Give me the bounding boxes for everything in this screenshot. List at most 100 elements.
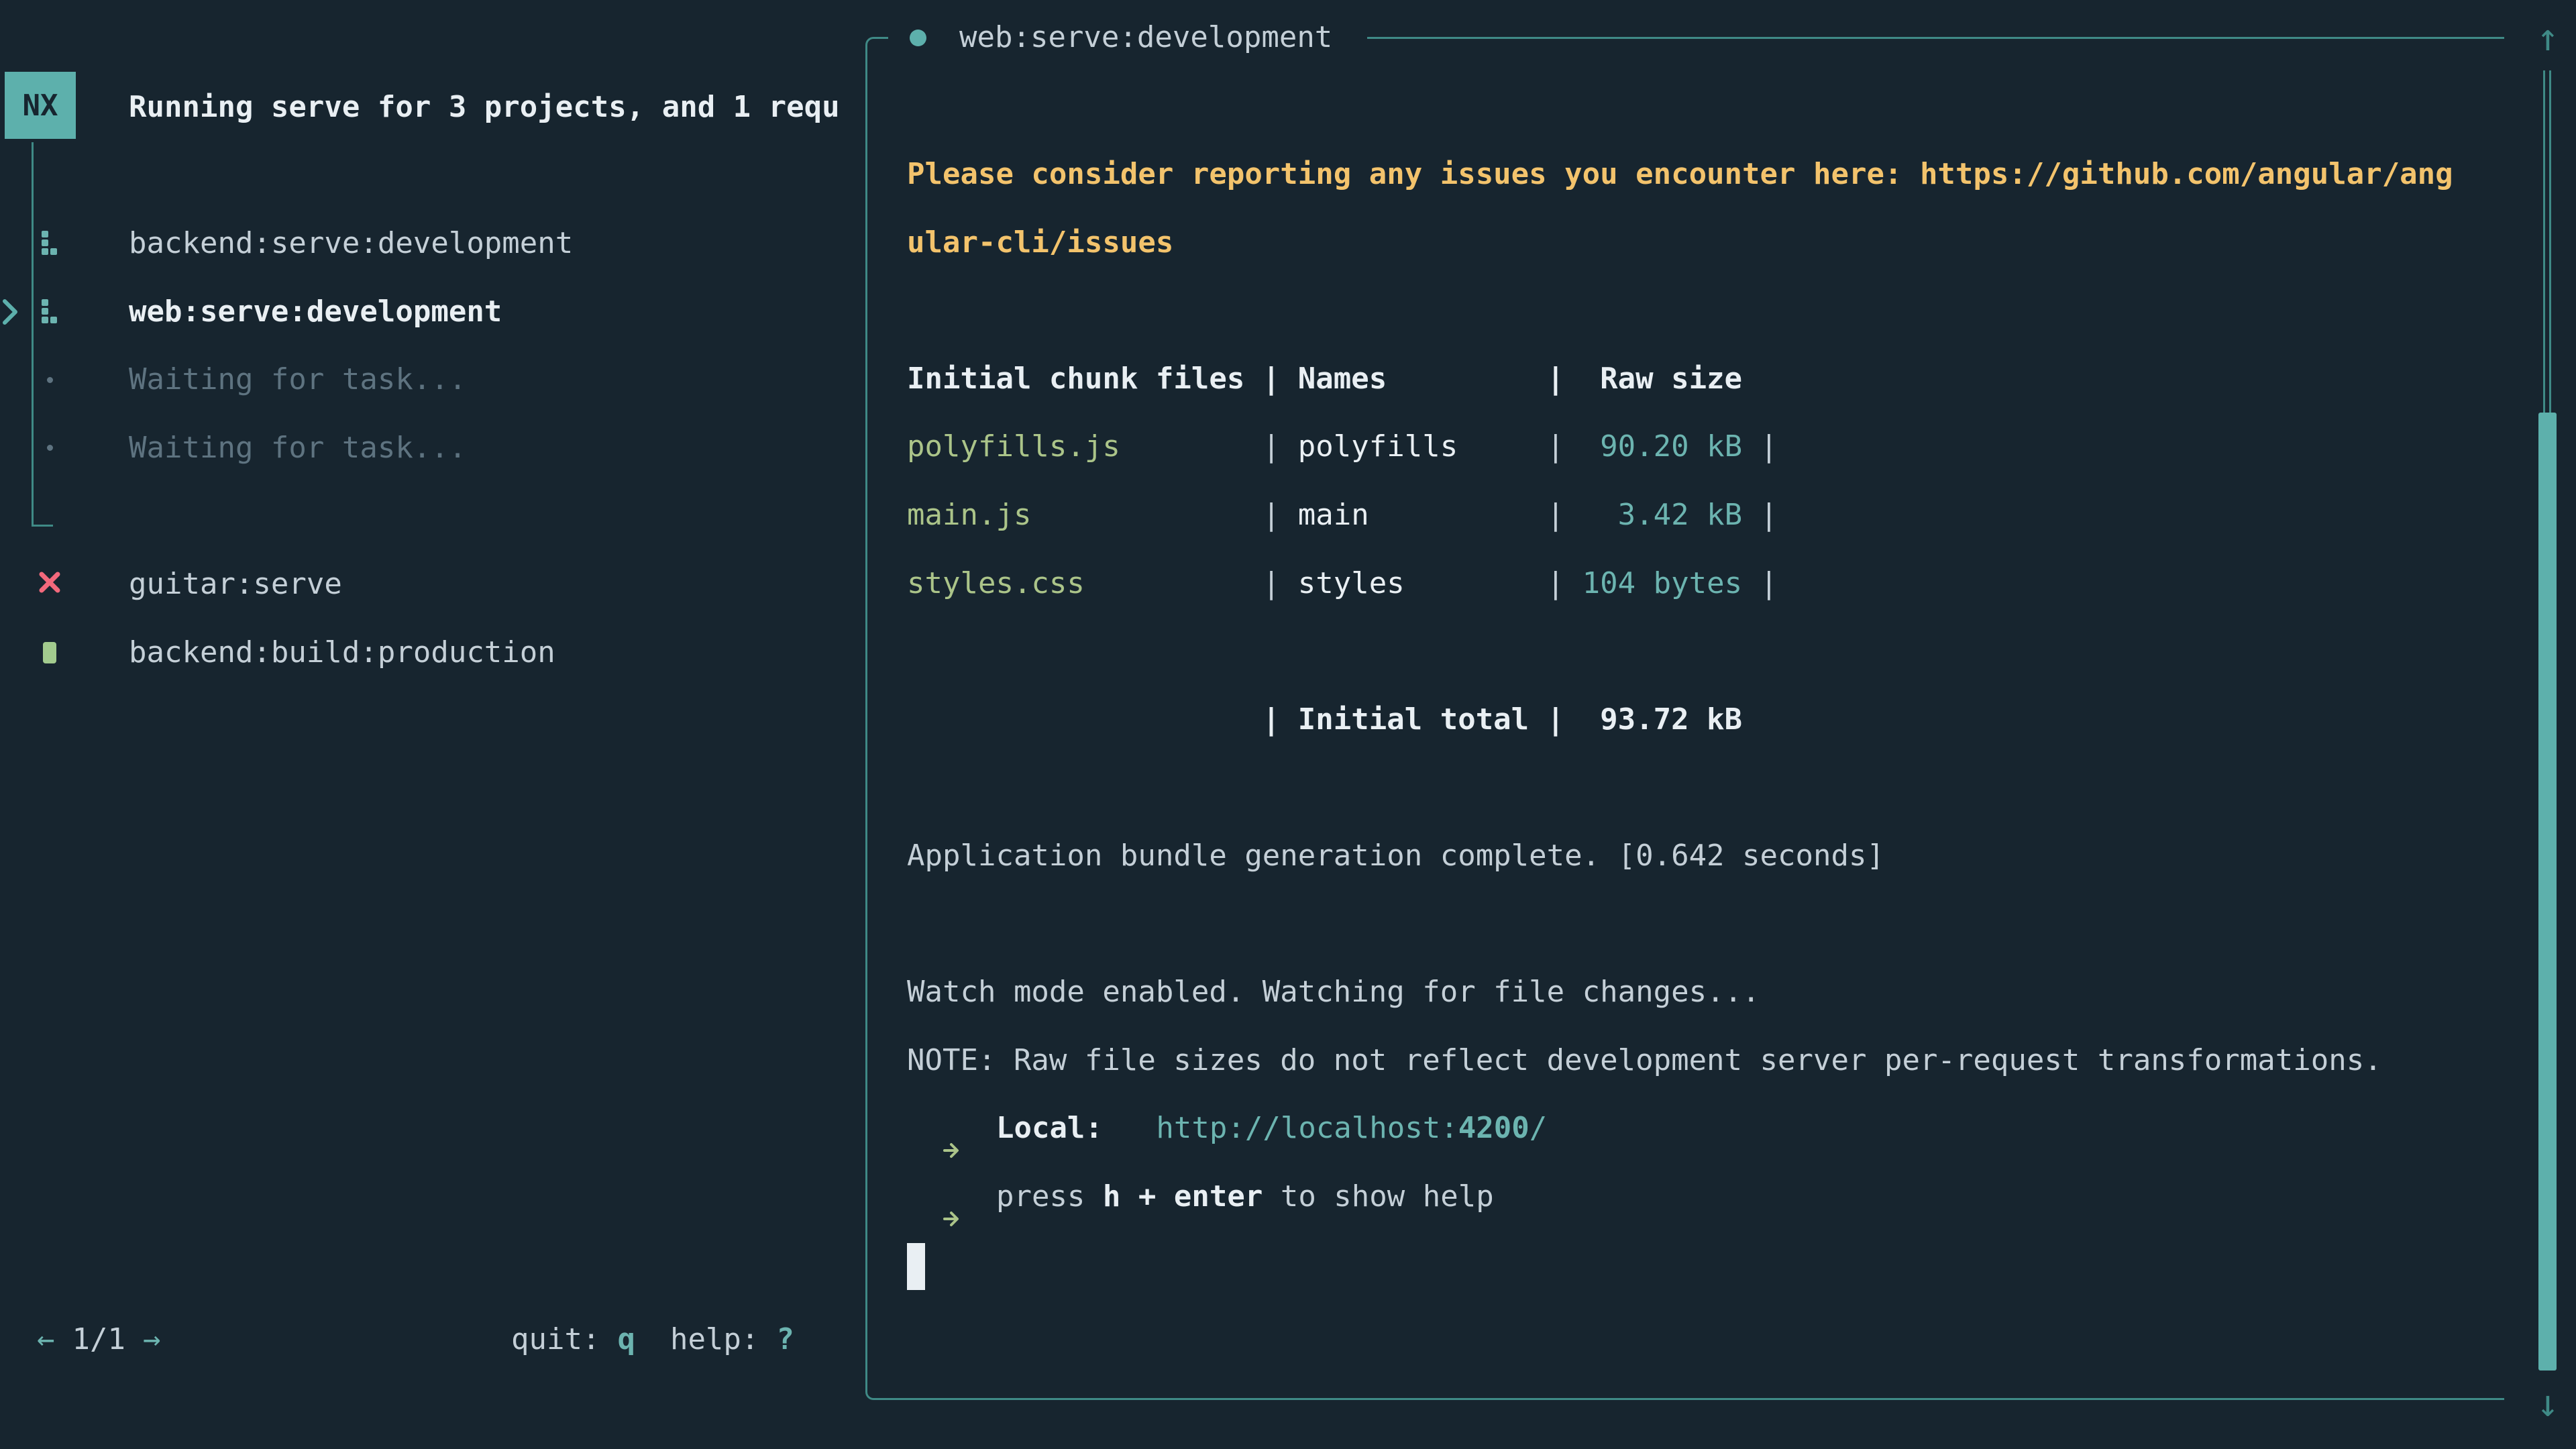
task-row-backend-serve-development[interactable]: backend:serve:development	[0, 209, 864, 278]
panel-line: Watch mode enabled. Watching for file ch…	[907, 958, 1760, 1026]
x-icon	[38, 568, 62, 602]
nx-tui-screen: NX Running serve for 3 projects, and 1 r…	[0, 0, 2576, 1449]
pager-next-icon[interactable]: →	[143, 1322, 161, 1356]
help-hint-label: help:	[670, 1322, 759, 1356]
task-label: backend:serve:development	[129, 209, 573, 278]
task-status-bullet-icon	[910, 30, 926, 46]
scrollbar-track[interactable]	[2543, 70, 2551, 413]
chunk-raw-size: 3.42 kB	[1582, 498, 1742, 532]
chunk-file-name: styles.css	[907, 566, 1085, 600]
output-text	[907, 1179, 943, 1214]
task-row-web-serve-development[interactable]: web:serve:development	[0, 278, 864, 346]
chunk-file-name: polyfills.js	[907, 429, 1120, 464]
chunk-name: main	[1298, 498, 1529, 532]
scrollbar-thumb[interactable]	[2538, 413, 2557, 1371]
spinner-icon	[42, 299, 58, 325]
task-row-backend-build-production[interactable]: backend:build:production	[0, 619, 864, 687]
panel-line: Initial chunk files | Names | Raw size	[907, 345, 1742, 413]
panel-line: press h + enter to show help	[907, 1163, 1494, 1231]
chunk-name: styles	[1298, 566, 1529, 600]
help-key: ?	[776, 1322, 794, 1356]
table-separator: |	[1742, 429, 1778, 464]
chunk-name: polyfills	[1298, 429, 1529, 464]
task-label: backend:build:production	[129, 619, 555, 687]
emphasis-text: Local:	[996, 1111, 1103, 1145]
panel-line: styles.css | styles | 104 bytes |	[907, 549, 1778, 618]
terminal-cursor	[907, 1243, 925, 1290]
output-text	[1085, 566, 1263, 600]
panel-line: polyfills.js | polyfills | 90.20 kB |	[907, 413, 1778, 481]
panel-title: web:serve:development	[959, 5, 1332, 70]
scroll-down-icon[interactable]: ↓	[2524, 1373, 2572, 1434]
quit-hint-label: quit:	[511, 1322, 600, 1356]
output-text	[1031, 498, 1262, 532]
output-text: to show help	[1263, 1179, 1493, 1214]
task-tree-line-foot	[32, 525, 53, 527]
task-label: Waiting for task...	[129, 345, 466, 414]
quit-key: q	[617, 1322, 635, 1356]
output-text: press	[996, 1179, 1103, 1214]
table-header-text: Initial chunk files | Names | Raw size	[907, 362, 1742, 396]
panel-line: main.js | main | 3.42 kB |	[907, 481, 1778, 549]
output-text: NOTE: Raw file sizes do not reflect deve…	[907, 1043, 2382, 1077]
sidebar-header-title: Running serve for 3 projects, and 1 requ	[129, 73, 860, 142]
output-text	[961, 1111, 996, 1145]
task-status-slot	[34, 345, 66, 414]
task-status-slot	[34, 550, 66, 619]
task-row-guitar-serve[interactable]: guitar:serve	[0, 550, 864, 619]
scroll-up-icon[interactable]: ↑	[2524, 7, 2572, 68]
warning-text: ular-cli/issues	[907, 225, 1173, 260]
local-url-link[interactable]: /	[1529, 1111, 1548, 1145]
chunk-raw-size: 90.20 kB	[1582, 429, 1742, 464]
output-text	[1103, 1111, 1156, 1145]
table-separator: |	[1263, 429, 1298, 464]
panel-line: ular-cli/issues	[907, 209, 1173, 277]
panel-line	[907, 1231, 925, 1299]
panel-line: Local: http://localhost:4200/	[907, 1094, 1547, 1163]
panel-line: Application bundle generation complete. …	[907, 822, 1884, 890]
table-header-text: | Initial total | 93.72 kB	[907, 702, 1742, 737]
output-text: Application bundle generation complete. …	[907, 839, 1884, 873]
nx-logo: NX	[5, 72, 76, 139]
task-label: web:serve:development	[129, 278, 502, 346]
arrow-right-icon	[943, 1186, 961, 1208]
output-text	[1120, 429, 1263, 464]
wait-dot-icon	[47, 445, 53, 451]
table-separator: |	[1742, 498, 1778, 532]
arrow-right-icon	[943, 1118, 961, 1139]
pager-label: 1/1	[72, 1322, 125, 1356]
panel-line: Please consider reporting any issues you…	[907, 140, 2453, 209]
caret-icon	[1, 299, 19, 325]
emphasis-text: h + enter	[1103, 1179, 1263, 1214]
panel-line: NOTE: Raw file sizes do not reflect deve…	[907, 1026, 2382, 1095]
panel-line: | Initial total | 93.72 kB	[907, 686, 1742, 754]
table-separator: |	[1263, 498, 1298, 532]
task-label: guitar:serve	[129, 550, 342, 619]
task-status-slot	[34, 209, 66, 278]
pager-prev-icon[interactable]: ←	[37, 1322, 55, 1356]
chunk-raw-size: 104 bytes	[1582, 566, 1742, 600]
keyboard-hints: quit: q help: ?	[511, 1305, 794, 1373]
table-separator: |	[1529, 429, 1582, 464]
output-text: Watch mode enabled. Watching for file ch…	[907, 975, 1760, 1009]
output-text	[961, 1179, 996, 1214]
task-row-waiting-for-task-[interactable]: Waiting for task...	[0, 414, 864, 482]
pager: ← 1/1 →	[37, 1305, 160, 1373]
table-separator: |	[1529, 498, 1582, 532]
task-label: Waiting for task...	[129, 414, 466, 482]
local-url-link[interactable]: http://localhost:	[1156, 1111, 1458, 1145]
task-row-waiting-for-task-[interactable]: Waiting for task...	[0, 345, 864, 414]
task-status-slot	[34, 414, 66, 482]
table-separator: |	[1529, 566, 1582, 600]
task-status-slot	[34, 278, 66, 346]
wait-dot-icon	[47, 377, 53, 383]
spinner-icon	[42, 231, 58, 256]
output-text	[907, 1111, 943, 1145]
task-status-slot	[34, 619, 66, 687]
local-url-port[interactable]: 4200	[1458, 1111, 1529, 1145]
chunk-file-name: main.js	[907, 498, 1031, 532]
warning-text: Please consider reporting any issues you…	[907, 157, 2453, 191]
table-separator: |	[1263, 566, 1298, 600]
table-separator: |	[1742, 566, 1778, 600]
square-icon	[43, 642, 56, 663]
